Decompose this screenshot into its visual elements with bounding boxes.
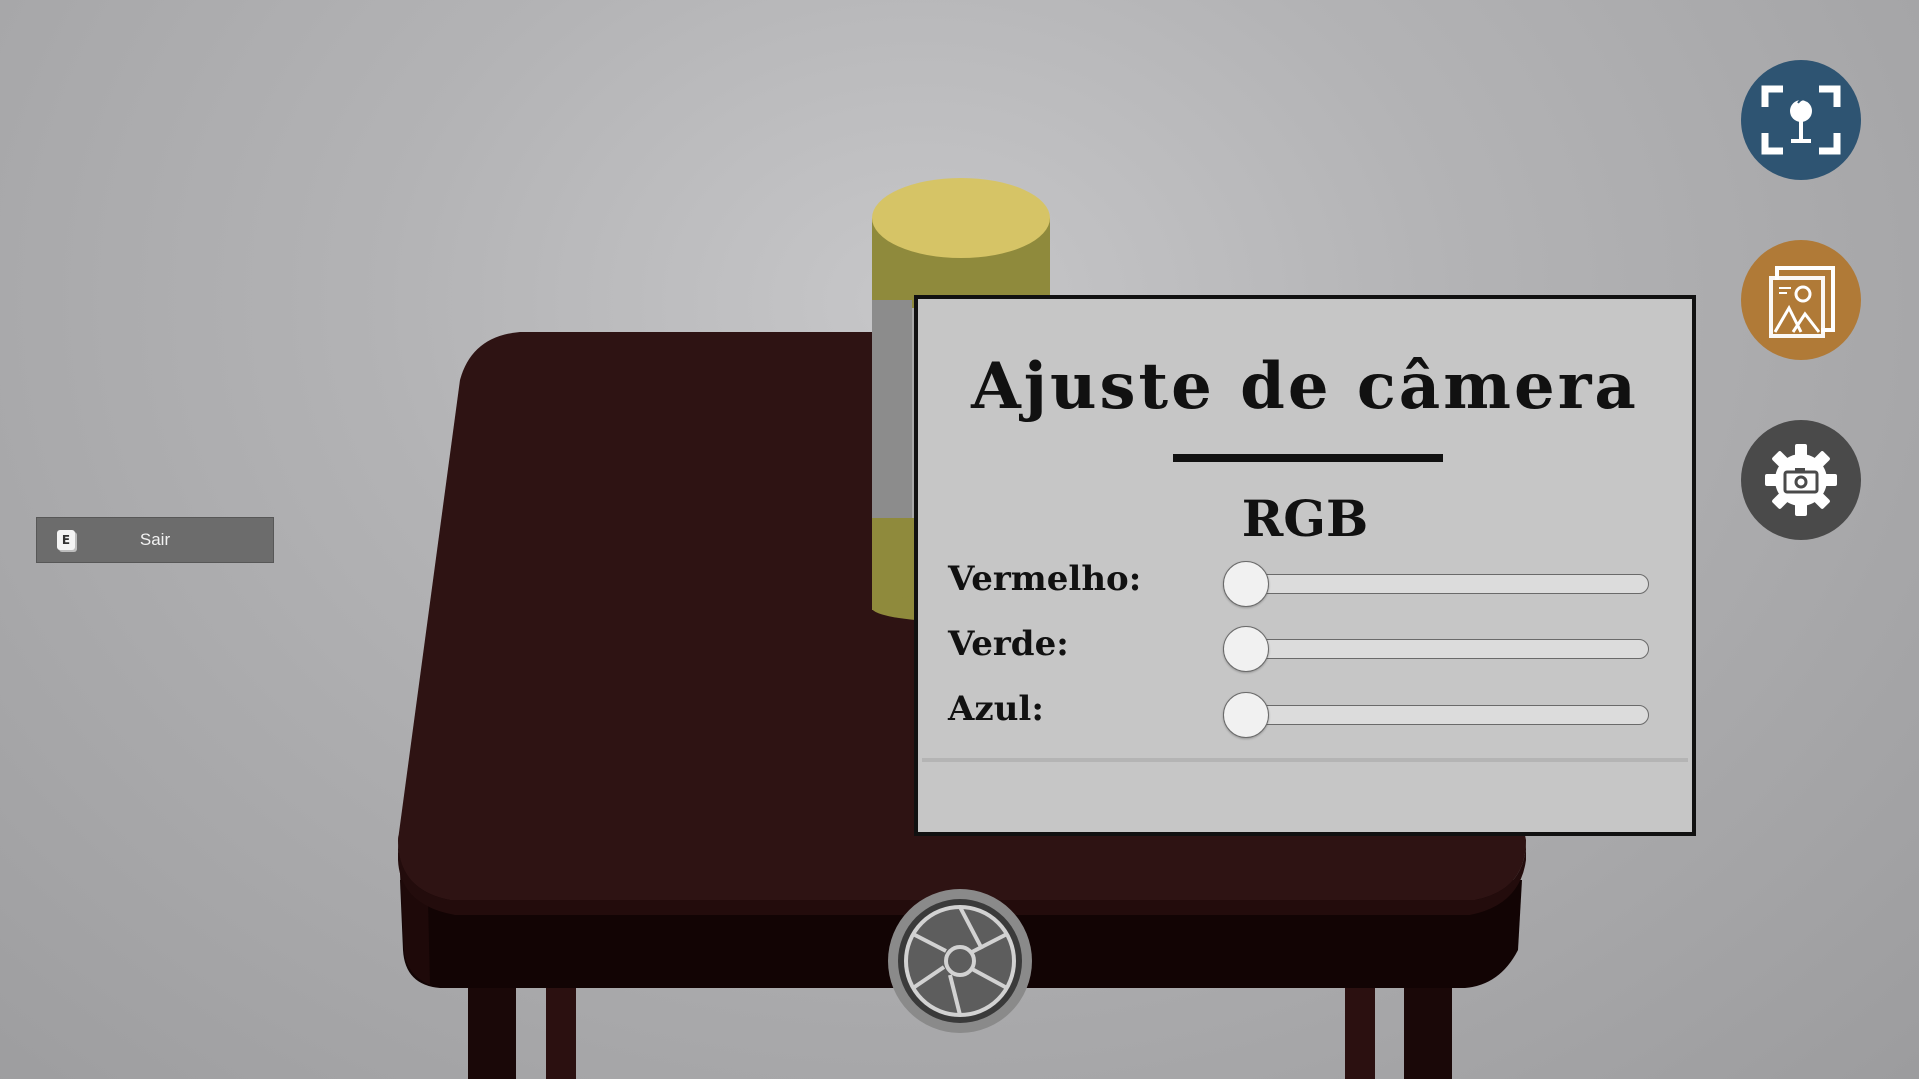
exit-label: Sair	[139, 530, 171, 549]
gallery-icon	[1769, 266, 1835, 338]
focus-button[interactable]	[1741, 60, 1861, 180]
slider-thumb[interactable]	[1223, 692, 1269, 738]
exit-button[interactable]: E Sair	[36, 517, 274, 563]
green-label: Verde:	[948, 624, 1069, 664]
slider-thumb[interactable]	[1223, 626, 1269, 672]
panel-subtitle: RGB	[1241, 489, 1369, 548]
blue-label: Azul:	[948, 689, 1044, 729]
title-underline	[1173, 454, 1443, 462]
shutter-icon	[888, 889, 1032, 1033]
panel-divider	[922, 758, 1688, 762]
shutter-button[interactable]	[886, 887, 1034, 1035]
blue-slider[interactable]	[1223, 692, 1649, 738]
green-slider[interactable]	[1223, 626, 1649, 672]
gallery-button[interactable]	[1741, 240, 1861, 360]
focus-frame-icon	[1761, 85, 1841, 155]
panel-title: Ajuste de câmera	[971, 349, 1639, 424]
camera-settings-button[interactable]	[1741, 420, 1861, 540]
slider-track[interactable]	[1223, 705, 1649, 725]
slider-track[interactable]	[1223, 574, 1649, 594]
camera-settings-icon	[1765, 444, 1837, 516]
red-label: Vermelho:	[948, 559, 1142, 599]
slider-thumb[interactable]	[1223, 561, 1269, 607]
camera-adjust-panel: Ajuste de câmera RGB Vermelho: Verde: Az…	[914, 295, 1696, 836]
slider-track[interactable]	[1223, 639, 1649, 659]
red-slider[interactable]	[1223, 561, 1649, 607]
